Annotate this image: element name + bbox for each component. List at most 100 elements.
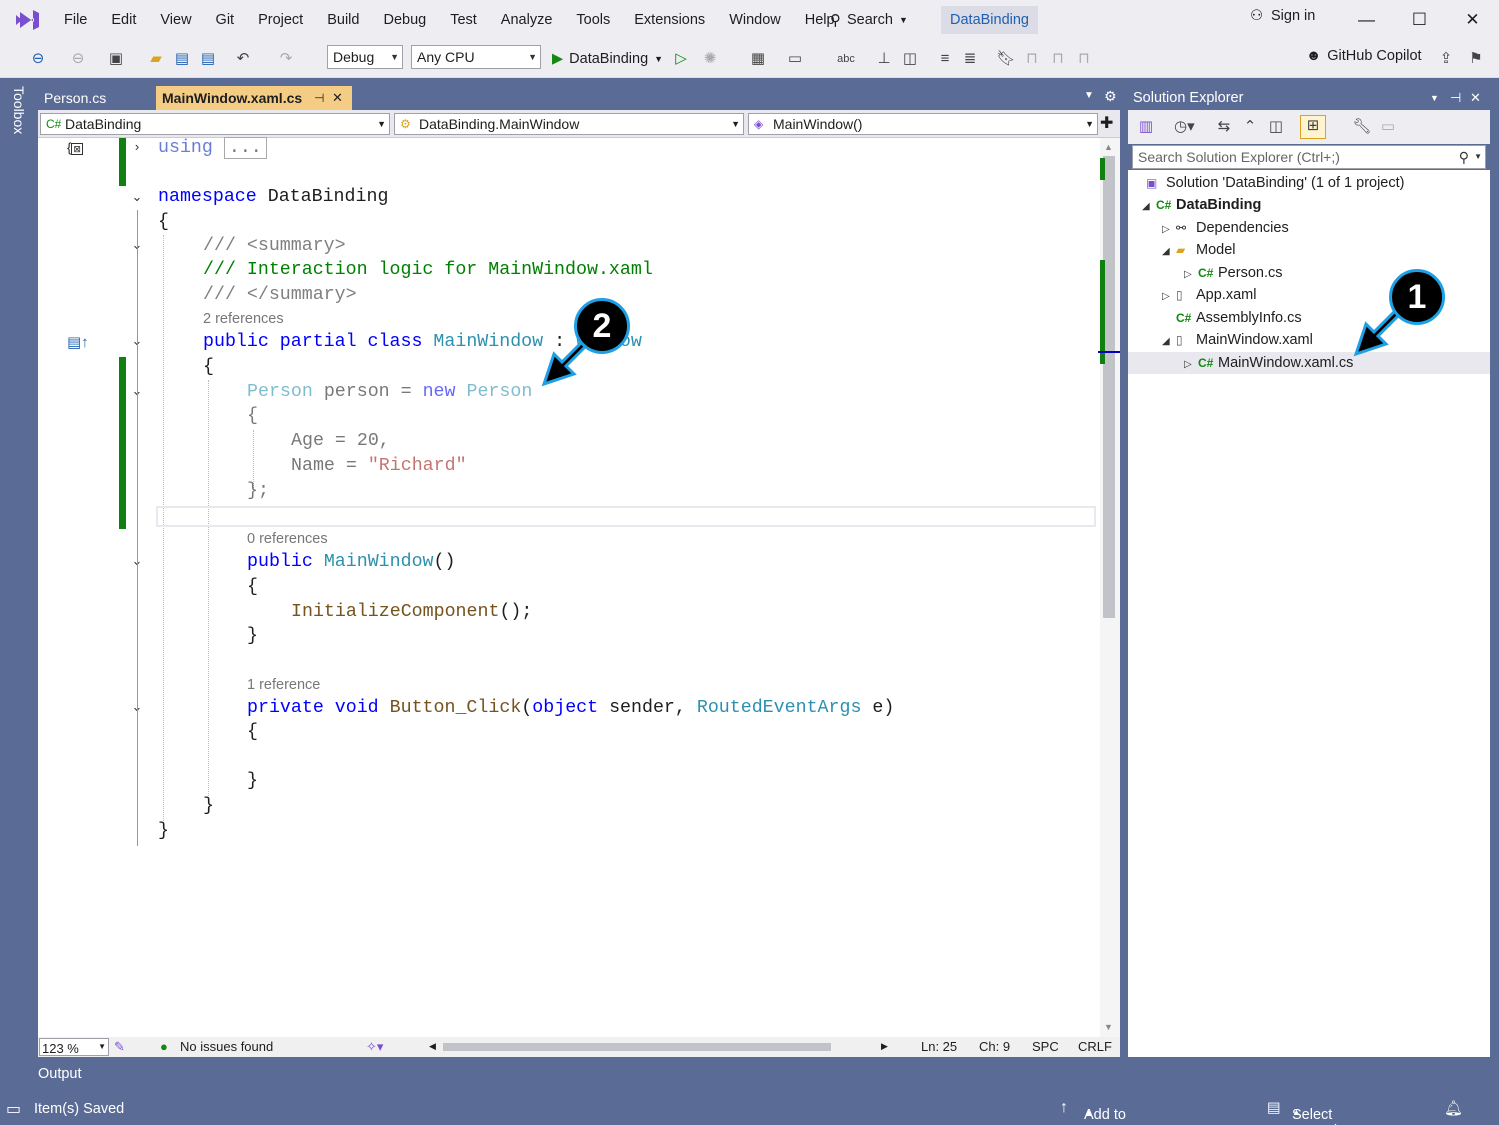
uncomment-lines-icon[interactable]: ≣ [960,49,980,69]
sync-with-document-icon[interactable]: ⇆ [1214,117,1234,137]
pin-icon[interactable]: ⊣ [314,86,324,110]
issues-status[interactable]: No issues found [180,1039,273,1054]
platform-select[interactable]: Any CPU ▼ [411,45,541,69]
window-position-icon[interactable]: ▼ [1430,86,1439,110]
feedback-icon[interactable]: ⚑ [1466,49,1486,69]
forward-icon[interactable]: ⊖ [68,49,88,69]
line-number[interactable]: Ln: 25 [921,1039,957,1054]
expanded-icon[interactable]: ◢ [1162,241,1176,263]
collapse-all-icon[interactable]: ⌃ [1240,117,1260,137]
previous-bookmark-icon[interactable]: ⊓ [1022,49,1042,69]
expanded-icon[interactable]: ◢ [1142,196,1156,218]
tree-item-assemblyinfo-cs[interactable]: C# AssemblyInfo.cs [1176,307,1302,329]
hot-reload-icon[interactable]: ✺ [700,49,720,69]
tree-item-mainwindow-xaml-cs[interactable]: ▷ C# MainWindow.xaml.cs [1184,352,1353,374]
whitespace-mode[interactable]: SPC [1032,1039,1059,1054]
github-copilot-button[interactable]: ☻ GitHub Copilot [1306,48,1422,64]
save-icon[interactable]: ▤ [172,49,192,69]
fold-collapse-icon[interactable]: ⌄ [130,189,144,205]
new-project-icon[interactable]: ▣ [106,49,126,69]
collapsed-icon[interactable]: ▷ [1184,354,1198,376]
menu-item-tools[interactable]: Tools [564,12,622,28]
menu-item-edit[interactable]: Edit [99,12,148,28]
menu-item-project[interactable]: Project [246,12,315,28]
minus-icon[interactable]: ▭ [1378,117,1398,137]
horizontal-scroll-thumb[interactable] [443,1043,831,1051]
output-tab[interactable]: Output [38,1066,82,1082]
tree-item-person-cs[interactable]: ▷ C# Person.cs [1184,262,1282,284]
menu-item-view[interactable]: View [148,12,203,28]
configuration-select[interactable]: Debug ▼ [327,45,403,69]
expanded-icon[interactable]: ◢ [1162,331,1176,353]
visual-studio-logo-icon[interactable] [14,8,40,32]
collapsed-icon[interactable]: ▷ [1162,286,1176,308]
redo-icon[interactable]: ↷ [276,49,296,69]
vertical-scrollbar[interactable]: ▲ ▼ [1098,138,1120,1037]
char-number[interactable]: Ch: 9 [979,1039,1010,1054]
layout-icon[interactable]: ▭ [785,49,805,69]
type-dropdown[interactable]: ⚙ DataBinding.MainWindow ▼ [394,113,744,135]
scroll-up-icon[interactable]: ▲ [1104,142,1113,152]
comment-lines-icon[interactable]: ≡ [935,49,955,69]
collapsed-icon[interactable]: ▷ [1184,264,1198,286]
back-icon[interactable]: ⊖ [28,49,48,69]
tab-overflow-icon[interactable]: ▼ [1084,90,1094,101]
step-icon[interactable]: ⊥ [874,49,894,69]
clear-bookmarks-icon[interactable]: ⊓ [1074,49,1094,69]
zoom-select[interactable]: 123 % ▼ [39,1038,109,1056]
menu-item-extensions[interactable]: Extensions [622,12,717,28]
close-panel-icon[interactable]: ✕ [1470,86,1481,110]
next-bookmark-icon[interactable]: ⊓ [1048,49,1068,69]
tree-item-solution[interactable]: ▣ Solution 'DataBinding' (1 of 1 project) [1146,172,1404,194]
compare-icon[interactable]: ◫ [900,49,920,69]
scroll-right-icon[interactable]: ▶ [881,1041,888,1052]
share-icon[interactable]: ⇪ [1436,49,1456,69]
spellcheck-icon[interactable]: abc [836,49,856,69]
codelens-references[interactable]: 1 reference [247,677,320,693]
solution-name-badge[interactable]: DataBinding [941,6,1038,34]
save-all-icon[interactable]: ▤ [198,49,218,69]
open-folder-icon[interactable]: ▰ [146,49,166,69]
search-button[interactable]: ⚲ Search ▼ [830,8,908,32]
properties-wrench-icon[interactable]: 🔧︎ [1352,117,1372,137]
tree-item-mainwindow-xaml[interactable]: ◢ ▯ MainWindow.xaml [1162,329,1313,351]
pin-icon[interactable]: ⊣ [1450,86,1461,110]
tab-person-cs[interactable]: Person.cs [38,86,156,110]
collapsed-icon[interactable]: ▷ [1162,219,1176,241]
tree-item-model-folder[interactable]: ◢ ▰ Model [1162,239,1236,261]
undo-icon[interactable]: ↶ [233,49,253,69]
close-window-button[interactable]: ✕ [1446,0,1499,40]
sign-in-button[interactable]: ⚇ Sign in [1250,8,1315,24]
menu-item-build[interactable]: Build [315,12,371,28]
split-editor-icon[interactable]: ✚ [1100,113,1113,133]
tab-mainwindow-xaml-cs[interactable]: MainWindow.xaml.cs ⊣ ✕ [156,86,352,110]
menu-item-git[interactable]: Git [204,12,247,28]
tree-item-dependencies[interactable]: ▷ ⚯ Dependencies [1162,217,1289,239]
codelens-references[interactable]: 0 references [247,531,328,547]
scroll-down-icon[interactable]: ▼ [1104,1022,1113,1032]
line-ending[interactable]: CRLF [1078,1039,1112,1054]
maximize-button[interactable]: ☐ [1393,0,1446,40]
bookmark-icon[interactable]: 🔖︎ [996,49,1016,69]
code-cleanup-icon[interactable]: ✧▾ [366,1039,383,1055]
codelens-references[interactable]: 2 references [203,311,284,327]
scroll-left-icon[interactable]: ◀ [429,1041,436,1052]
menu-item-window[interactable]: Window [717,12,793,28]
using-directives-icon[interactable]: {⊠ [67,140,83,155]
preview-selected-icon[interactable]: ⊞ [1300,115,1326,139]
tree-item-project[interactable]: ◢ C# DataBinding [1142,194,1261,216]
close-tab-icon[interactable]: ✕ [332,86,343,110]
toolbox-tab[interactable]: Toolbox [11,86,27,134]
pending-changes-filter-icon[interactable]: ◷▾ [1174,117,1195,137]
start-debugging-button[interactable]: ▶ DataBinding ▼ [552,49,663,69]
scroll-thumb[interactable] [1103,156,1115,618]
tree-item-app-xaml[interactable]: ▷ ▯ App.xaml [1162,284,1256,306]
settings-gear-icon[interactable]: ⚙ [1104,88,1117,105]
menu-item-test[interactable]: Test [438,12,489,28]
switch-views-icon[interactable]: ▥ [1136,117,1156,137]
collapsed-region[interactable]: ... [223,137,267,159]
menu-item-analyze[interactable]: Analyze [489,12,565,28]
brush-icon[interactable]: ✎ [114,1039,125,1055]
show-all-files-icon[interactable]: ◫ [1266,117,1286,137]
menu-item-debug[interactable]: Debug [371,12,438,28]
